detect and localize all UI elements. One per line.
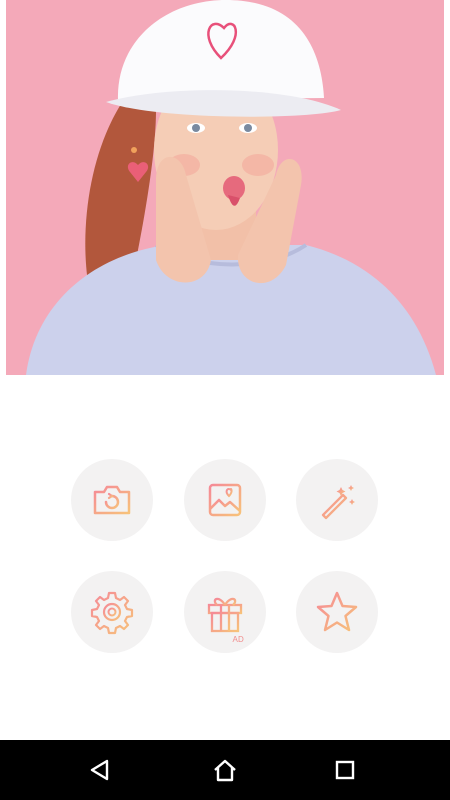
app-screen: AD xyxy=(0,0,450,800)
nav-home-button[interactable] xyxy=(207,752,243,788)
back-icon xyxy=(90,759,109,781)
gallery-button[interactable] xyxy=(184,459,266,541)
gift-button[interactable]: AD xyxy=(184,571,266,653)
gift-icon xyxy=(207,597,243,633)
camera-icon xyxy=(93,485,131,515)
hero-photo xyxy=(6,0,444,375)
star-icon xyxy=(316,591,358,632)
magic-wand-icon xyxy=(321,485,355,520)
ad-badge: AD xyxy=(232,635,244,644)
system-nav-bar xyxy=(0,740,450,800)
image-icon xyxy=(208,483,242,517)
camera-button[interactable] xyxy=(71,459,153,541)
magic-button[interactable] xyxy=(296,459,378,541)
home-icon xyxy=(214,759,236,782)
recents-icon xyxy=(335,760,355,780)
rate-button[interactable] xyxy=(296,571,378,653)
nav-back-button[interactable] xyxy=(82,752,118,788)
gear-icon xyxy=(90,591,134,635)
settings-button[interactable] xyxy=(71,571,153,653)
nav-recents-button[interactable] xyxy=(327,752,363,788)
